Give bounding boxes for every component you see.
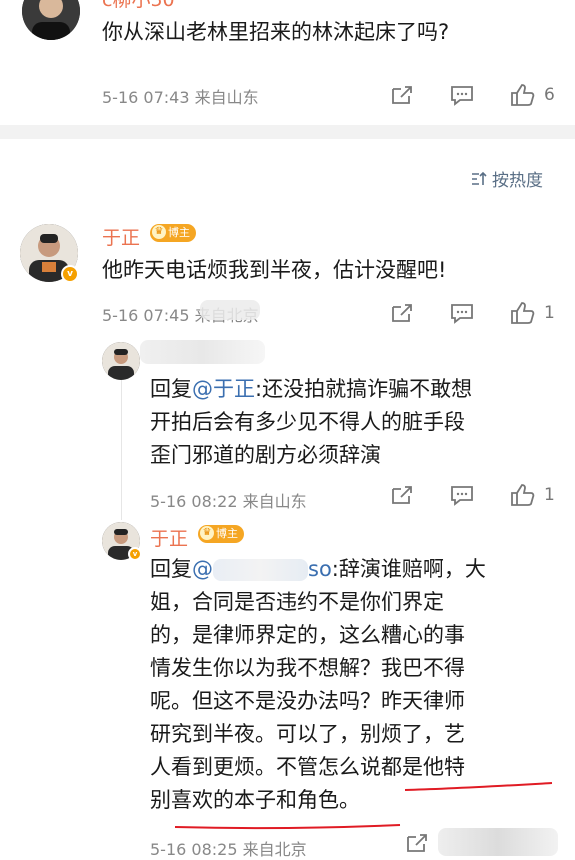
- like-icon[interactable]: [510, 83, 536, 107]
- reply2-mention-end[interactable]: so: [308, 557, 332, 581]
- commenter-name[interactable]: 于正: [102, 223, 140, 250]
- reply2-prefix: 回复: [150, 557, 192, 581]
- reply1-meta: 5-16 08:22 来自山东: [150, 492, 307, 511]
- comment-icon[interactable]: [450, 84, 474, 106]
- share-icon[interactable]: [390, 84, 414, 106]
- top-comment-like-count: 6: [544, 85, 555, 105]
- top-comment-text: 你从深山老林里招来的林沐起床了吗?: [102, 20, 450, 44]
- thread-line: [121, 380, 122, 520]
- reply2-line2: 姐，合同是否违约不是你们界定: [150, 590, 444, 614]
- like-icon[interactable]: [510, 301, 536, 325]
- sort-label: 按热度: [492, 171, 543, 191]
- share-icon[interactable]: [390, 302, 414, 324]
- reply1-text: 回复@于正:还没拍就搞诈骗不敢想 开拍后会有多少见不得人的脏手段 歪门邪道的剧方…: [150, 373, 550, 472]
- comment-text: 他昨天电话烦我到半夜，估计没醒吧!: [102, 258, 447, 282]
- verified-icon: v: [61, 265, 79, 283]
- avatar-top-commenter[interactable]: [22, 0, 80, 40]
- reply2-line4: 情发生你以为我不想解？我巴不得: [150, 656, 465, 680]
- blurred-username: [140, 340, 265, 364]
- reply1-prefix: 回复: [150, 377, 192, 401]
- top-comment-meta: 5-16 07:43 来自山东: [102, 88, 259, 107]
- reply2-line3: 的，是律师界定的，这么糟心的事: [150, 623, 465, 647]
- author-badge: ♛ 博主: [150, 224, 196, 242]
- verified-icon: v: [128, 547, 142, 561]
- reply2-text: 回复@ so:辞演谁赔啊，大 姐，合同是否违约不是你们界定 的，是律师界定的，这么…: [150, 553, 550, 817]
- comment-icon[interactable]: [450, 302, 474, 324]
- sort-icon: [472, 171, 487, 185]
- reply2-line1: :辞演谁赔啊，大: [331, 557, 486, 581]
- blurred-watermark: [438, 828, 558, 856]
- like-icon[interactable]: [510, 483, 536, 507]
- comment-like-count: 1: [544, 303, 555, 323]
- comment-icon[interactable]: [450, 484, 474, 506]
- reply1-line3: 歪门邪道的剧方必须辞演: [150, 443, 381, 467]
- reply2-line8: 别喜欢的本子和角色。: [150, 788, 360, 812]
- reply1-line2: 开拍后会有多少见不得人的脏手段: [150, 410, 465, 434]
- reply2-line5: 呢。但这不是没办法吗？昨天律师: [150, 689, 465, 713]
- reply2-meta: 5-16 08:25 来自北京: [150, 840, 307, 859]
- author-badge-label: 博主: [216, 527, 238, 540]
- share-icon[interactable]: [390, 484, 414, 506]
- top-commenter-name[interactable]: c柳小50: [102, 0, 175, 10]
- reply2-mention-start[interactable]: @: [192, 557, 213, 581]
- reply2-line7: 人看到更烦。不管怎么说都是他特: [150, 755, 465, 779]
- author-badge-label: 博主: [168, 226, 190, 239]
- sort-by-hot-button[interactable]: 按热度: [470, 166, 543, 191]
- reply2-line6: 研究到半夜。可以了，别烦了，艺: [150, 722, 465, 746]
- avatar-replier[interactable]: [102, 342, 140, 380]
- blurred-mention: [213, 559, 308, 581]
- reply1-line1: :还没拍就搞诈骗不敢想: [255, 377, 473, 401]
- blurred-mark: [200, 300, 260, 320]
- section-divider: [0, 125, 575, 139]
- reply1-mention[interactable]: @于正: [192, 377, 255, 401]
- crown-icon: ♛: [200, 526, 214, 540]
- reply2-name[interactable]: 于正: [150, 524, 188, 551]
- reply1-like-count: 1: [544, 485, 555, 505]
- share-icon[interactable]: [405, 832, 429, 854]
- crown-icon: ♛: [152, 225, 166, 239]
- author-badge: ♛ 博主: [198, 525, 244, 543]
